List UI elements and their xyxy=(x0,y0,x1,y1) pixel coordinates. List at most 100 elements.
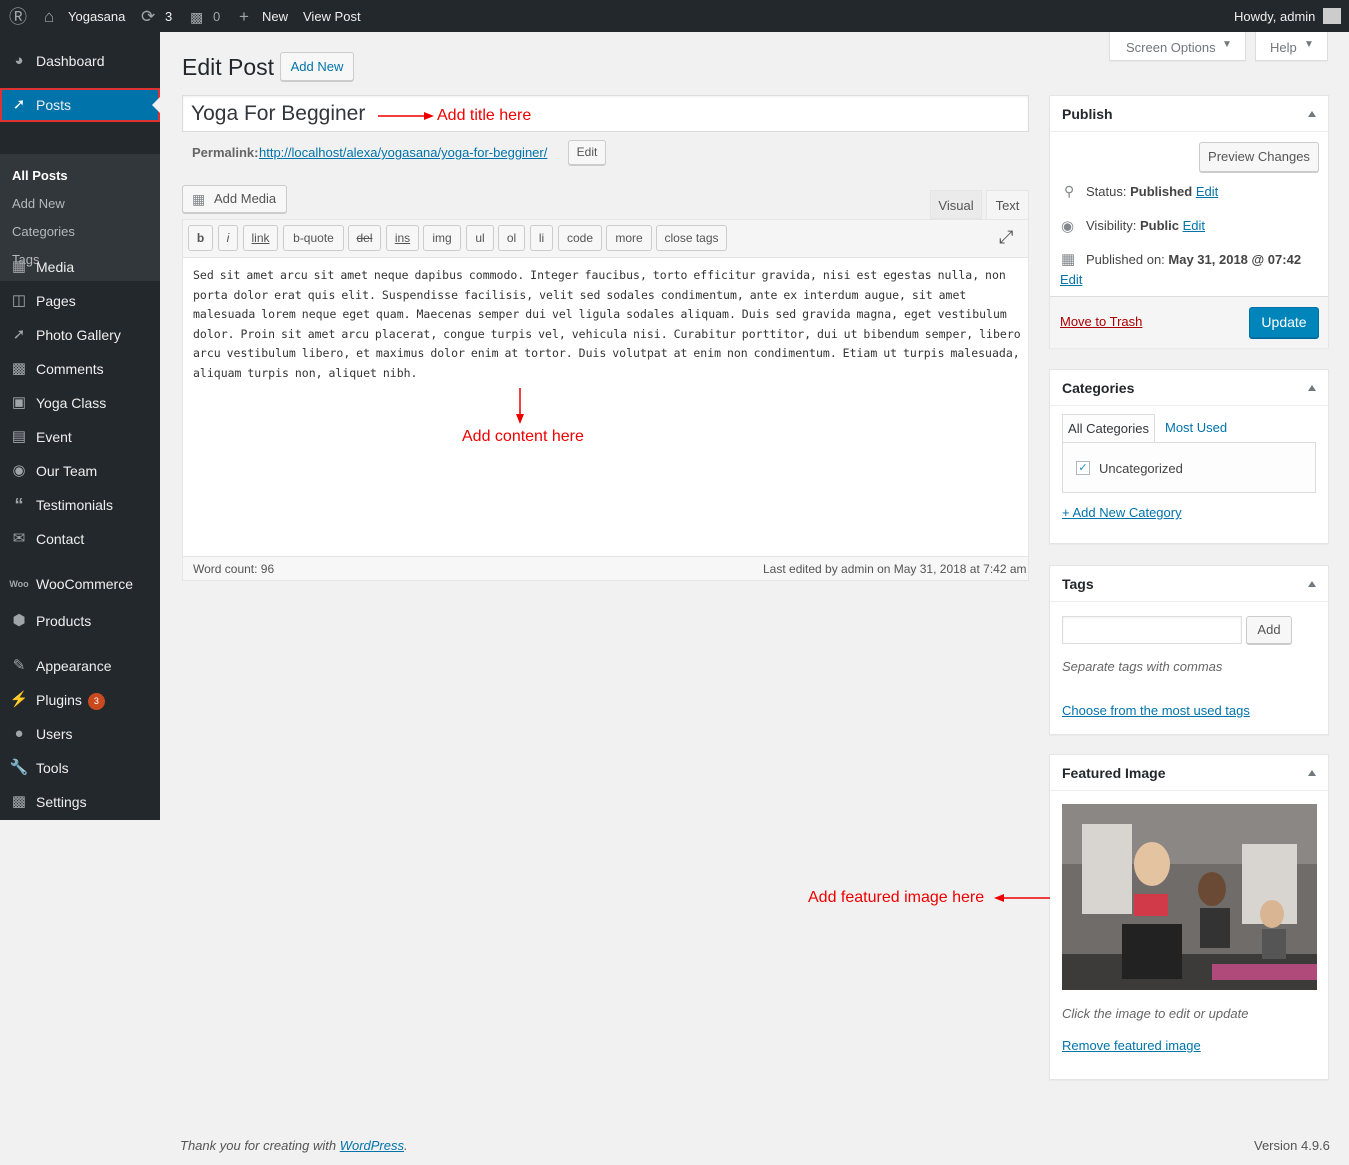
featured-annotation-arrow xyxy=(994,894,1050,902)
menu-comments[interactable]: ▩ Comments xyxy=(0,352,160,386)
content-textarea[interactable]: Sed sit amet arcu sit amet neque dapibus… xyxy=(193,266,1021,384)
submenu-all-posts[interactable]: All Posts xyxy=(12,166,68,186)
status-edit-link[interactable]: Edit xyxy=(1196,184,1218,199)
collapse-icon[interactable] xyxy=(1308,385,1316,391)
help-tab[interactable]: Help ▼ xyxy=(1255,32,1328,61)
wordpress-link[interactable]: WordPress xyxy=(340,1138,404,1153)
quicktag-img[interactable]: img xyxy=(423,225,461,251)
tab-text[interactable]: Text xyxy=(986,190,1029,220)
publish-box: Publish Preview Changes ⚲ Status: Publis… xyxy=(1049,95,1329,348)
publish-heading[interactable]: Publish xyxy=(1050,96,1328,132)
updates-count[interactable]: 3 xyxy=(165,0,172,32)
quicktag-li[interactable]: li xyxy=(530,225,553,251)
menu-media[interactable]: ▦ Media xyxy=(0,250,160,284)
quicktag-ins[interactable]: ins xyxy=(386,225,419,251)
quicktag-bold[interactable]: b xyxy=(188,225,213,251)
brush-icon: ✎ xyxy=(12,657,26,674)
menu-our-team[interactable]: ◉ Our Team xyxy=(0,454,160,488)
collapse-icon[interactable] xyxy=(1308,581,1316,587)
quicktag-link[interactable]: link xyxy=(243,225,278,251)
avatar[interactable] xyxy=(1323,8,1341,24)
categories-heading[interactable]: Categories xyxy=(1050,370,1328,406)
status-pin-icon: ⚲ xyxy=(1064,183,1075,199)
box-icon: ⬢ xyxy=(12,612,26,629)
quicktag-code[interactable]: code xyxy=(558,225,602,251)
add-new-post-button[interactable]: Add New xyxy=(280,52,354,81)
permalink-edit-button[interactable]: Edit xyxy=(568,140,606,165)
menu-contact[interactable]: ✉ Contact xyxy=(0,522,160,556)
plugins-update-badge: 3 xyxy=(87,692,105,710)
fullscreen-icon[interactable]: ⤢ xyxy=(999,227,1013,248)
featured-image-box: Featured Image Click the image to edit o… xyxy=(1049,754,1329,1080)
choose-tags-link[interactable]: Choose from the most used tags xyxy=(1062,703,1250,718)
preview-changes-button[interactable]: Preview Changes xyxy=(1199,142,1319,172)
menu-appearance[interactable]: ✎ Appearance xyxy=(0,649,160,683)
screen-options-tab[interactable]: Screen Options ▼ xyxy=(1109,32,1246,61)
quicktag-ol[interactable]: ol xyxy=(498,225,525,251)
tab-all-categories[interactable]: All Categories xyxy=(1062,414,1155,443)
wordpress-logo-icon[interactable]: Ⓡ xyxy=(9,0,27,32)
quicktag-del[interactable]: del xyxy=(348,225,381,251)
content-annotation: Add content here xyxy=(462,428,584,445)
site-name-link[interactable]: Yogasana xyxy=(68,0,125,32)
comment-icon: ▩ xyxy=(11,360,27,377)
submenu-add-new[interactable]: Add New xyxy=(12,194,65,214)
update-button[interactable]: Update xyxy=(1249,307,1319,338)
menu-products[interactable]: ⬢ Products xyxy=(0,604,160,638)
caret-down-icon: ▼ xyxy=(1304,39,1314,50)
quicktag-ul[interactable]: ul xyxy=(466,225,494,251)
collapse-icon[interactable] xyxy=(1308,111,1316,117)
featured-image[interactable] xyxy=(1062,804,1317,990)
menu-woocommerce[interactable]: Woo WooCommerce xyxy=(0,567,160,601)
menu-plugins[interactable]: ⚡ Plugins 3 xyxy=(0,683,160,717)
add-media-button[interactable]: ▦ Add Media xyxy=(182,185,287,213)
settings-icon: ▩ xyxy=(11,793,27,810)
view-post-link[interactable]: View Post xyxy=(303,0,361,32)
quicktag-italic[interactable]: i xyxy=(218,225,238,251)
menu-tools[interactable]: 🔧 Tools xyxy=(0,751,160,785)
menu-event[interactable]: ▤ Event xyxy=(0,420,160,454)
menu-posts[interactable]: ➚ Posts xyxy=(0,88,160,122)
caret-down-icon: ▼ xyxy=(1222,39,1232,50)
category-list: ✓ Uncategorized xyxy=(1062,442,1316,493)
uncategorized-checkbox[interactable]: ✓ xyxy=(1076,461,1090,475)
woo-icon: Woo xyxy=(9,579,29,589)
menu-yoga-class[interactable]: ▣ Yoga Class xyxy=(0,386,160,420)
plus-icon: + xyxy=(239,7,249,26)
menu-pages[interactable]: ◫ Pages xyxy=(0,284,160,318)
media-icon: ▦ xyxy=(11,258,27,275)
menu-photo-gallery[interactable]: ➚ Photo Gallery xyxy=(0,318,160,352)
updates-icon: ⟳ xyxy=(141,7,156,26)
tab-visual[interactable]: Visual xyxy=(930,190,982,219)
published-edit-link[interactable]: Edit xyxy=(1060,272,1082,287)
tags-heading[interactable]: Tags xyxy=(1050,566,1328,602)
menu-users[interactable]: ● Users xyxy=(0,717,160,751)
post-title-input[interactable]: Yoga For Begginer xyxy=(182,95,1029,132)
howdy-link[interactable]: Howdy, admin xyxy=(1234,0,1315,32)
add-new-category-link[interactable]: + Add New Category xyxy=(1062,505,1182,520)
quicktag-close-tags[interactable]: close tags xyxy=(656,225,727,251)
submenu-categories[interactable]: Categories xyxy=(12,222,75,242)
menu-dashboard[interactable]: ◕ Dashboard xyxy=(0,44,160,78)
menu-testimonials[interactable]: “Testimonials xyxy=(0,488,160,522)
comments-count[interactable]: 0 xyxy=(213,0,220,32)
quicktag-bquote[interactable]: b-quote xyxy=(283,225,344,251)
tab-most-used[interactable]: Most Used xyxy=(1165,420,1227,435)
calendar-icon: ▦ xyxy=(1061,251,1076,268)
quote-icon: “ xyxy=(14,495,24,515)
published-row: Published on: May 31, 2018 @ 07:42 xyxy=(1086,252,1302,267)
new-link[interactable]: New xyxy=(262,0,288,32)
move-to-trash-link[interactable]: Move to Trash xyxy=(1060,314,1142,329)
plug-icon: ⚡ xyxy=(9,691,29,708)
new-tag-input[interactable] xyxy=(1062,616,1242,644)
permalink-url[interactable]: http://localhost/alexa/yogasana/yoga-for… xyxy=(259,145,547,160)
visibility-edit-link[interactable]: Edit xyxy=(1183,218,1205,233)
remove-featured-image-link[interactable]: Remove featured image xyxy=(1062,1038,1201,1053)
add-media-icon: ▦ xyxy=(192,191,206,207)
quicktag-more[interactable]: more xyxy=(606,225,652,251)
add-tag-button[interactable]: Add xyxy=(1246,616,1292,644)
featured-image-heading[interactable]: Featured Image xyxy=(1050,755,1328,791)
menu-settings[interactable]: ▩ Settings xyxy=(0,785,160,819)
wrench-icon: 🔧 xyxy=(9,759,29,776)
collapse-icon[interactable] xyxy=(1308,770,1316,776)
